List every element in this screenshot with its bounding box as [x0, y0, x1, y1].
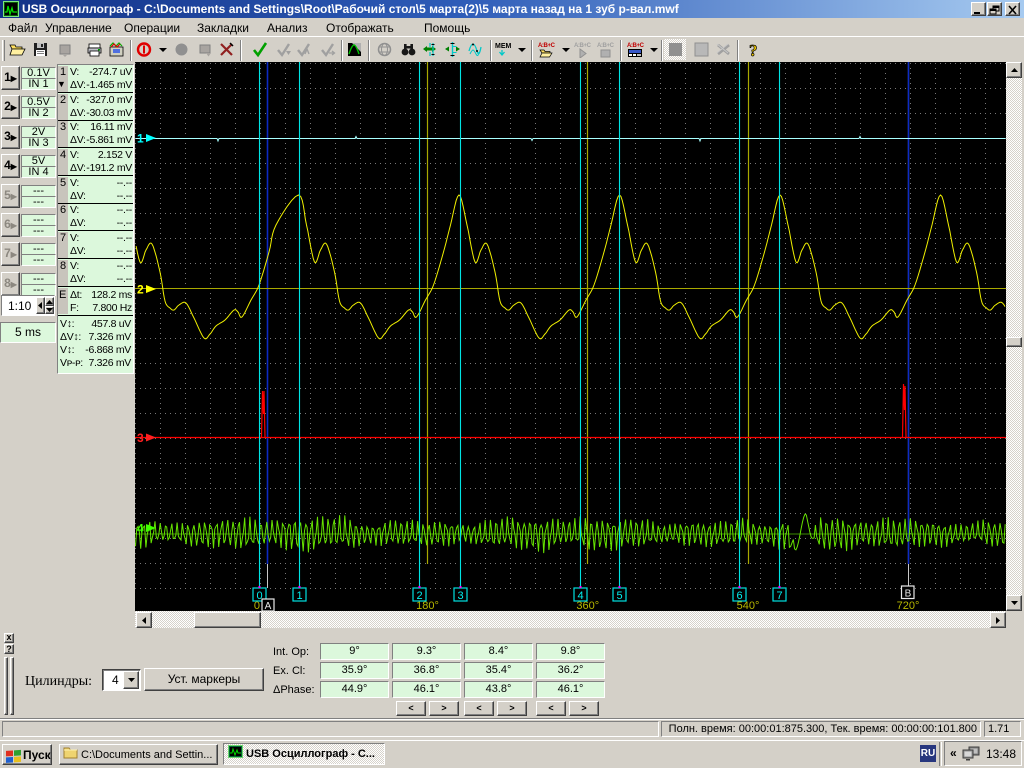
svg-text:A: A — [265, 601, 272, 611]
svg-text:A:B+C: A:B+C — [627, 43, 644, 49]
svg-text:A:B+C: A:B+C — [538, 43, 555, 49]
svg-text:A:B+C: A:B+C — [597, 43, 614, 49]
svg-text:3: 3 — [457, 590, 463, 602]
svg-text:2: 2 — [137, 283, 144, 297]
svg-text:7: 7 — [776, 590, 782, 602]
svg-text:MEM: MEM — [495, 43, 511, 50]
svg-text:540°: 540° — [737, 600, 760, 611]
svg-text:4: 4 — [137, 522, 144, 536]
svg-text:720°: 720° — [897, 600, 920, 611]
svg-text:A:B+C: A:B+C — [574, 43, 591, 49]
svg-text:360°: 360° — [576, 600, 599, 611]
svg-text:180°: 180° — [416, 600, 439, 611]
svg-text:1: 1 — [296, 590, 302, 602]
svg-text:?: ? — [749, 41, 758, 58]
svg-text:1: 1 — [137, 132, 144, 146]
svg-text:3: 3 — [137, 431, 144, 445]
svg-text:B: B — [905, 589, 912, 600]
svg-text:0: 0 — [254, 600, 260, 611]
svg-text:5: 5 — [616, 590, 622, 602]
